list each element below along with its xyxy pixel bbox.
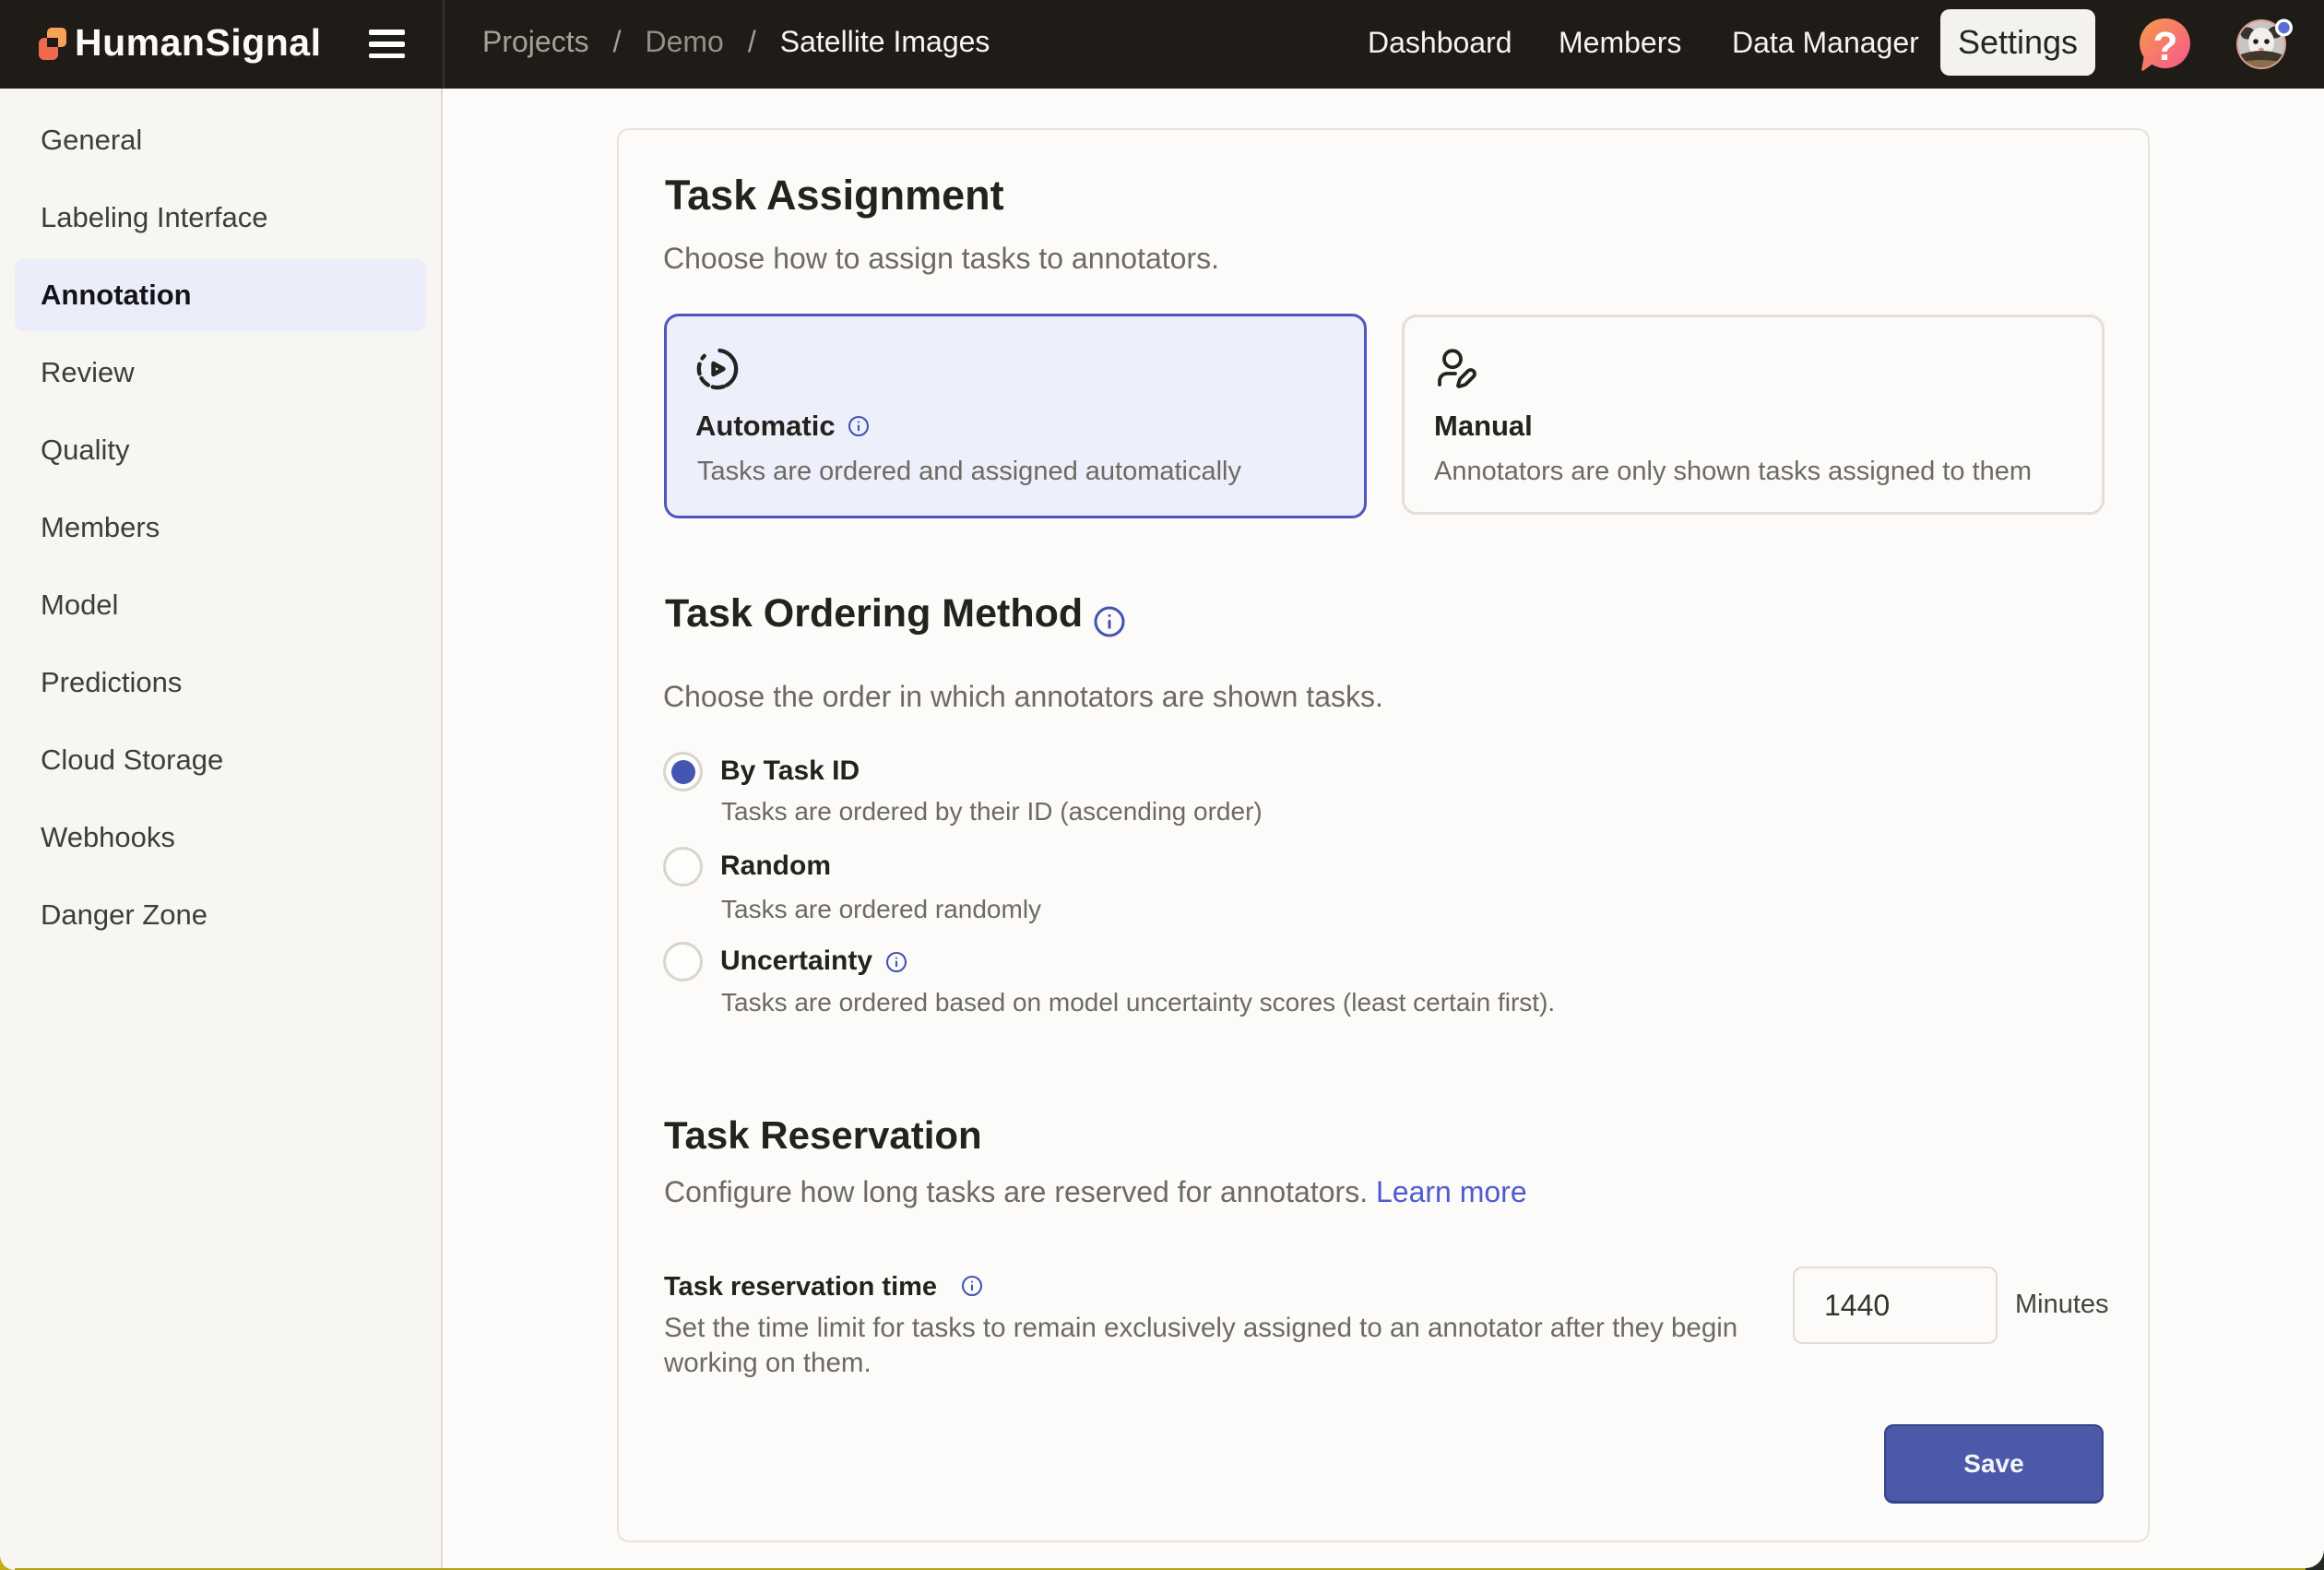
svg-text:?: ? <box>2153 24 2178 69</box>
